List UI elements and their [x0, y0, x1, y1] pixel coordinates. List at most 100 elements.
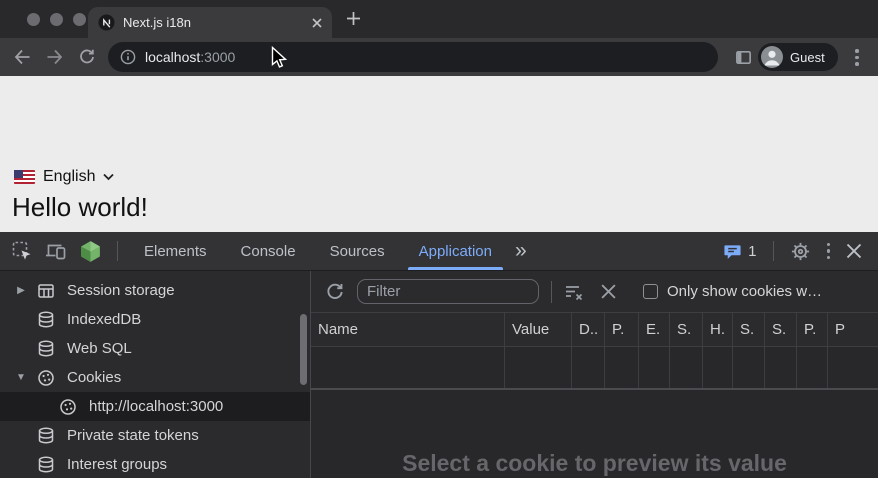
- issues-button[interactable]: 1: [723, 242, 756, 261]
- sidebar-item-web-sql[interactable]: Web SQL: [0, 334, 310, 363]
- inspect-element-icon[interactable]: [11, 240, 33, 262]
- traffic-light-close-button[interactable]: [27, 13, 40, 26]
- column-header-name-0[interactable]: Name: [311, 313, 505, 346]
- url-port: :3000: [200, 49, 235, 65]
- column-header-s-8[interactable]: S.: [765, 313, 797, 346]
- devtools-menu-icon[interactable]: [827, 243, 831, 260]
- sidebar-item-session-storage[interactable]: ▶ Session storage: [0, 276, 310, 305]
- devtools-panel: ElementsConsoleSourcesApplication » 1: [0, 232, 878, 478]
- profile-button[interactable]: Guest: [758, 43, 838, 71]
- cookie-icon: [36, 368, 56, 388]
- expander-icon[interactable]: ▶: [13, 285, 29, 296]
- browser-menu-icon[interactable]: [855, 49, 859, 66]
- cookie-preview-message: Select a cookie to preview its value: [311, 450, 878, 477]
- page-heading: Hello world!: [12, 192, 148, 223]
- traffic-light-minimize-button[interactable]: [50, 13, 63, 26]
- us-flag-icon: [14, 170, 35, 184]
- column-header-s-5[interactable]: S.: [670, 313, 703, 346]
- delete-cookies-icon[interactable]: [600, 283, 617, 300]
- sidebar-item-label: http://localhost:3000: [89, 398, 223, 415]
- tab-title: Next.js i18n: [123, 15, 304, 30]
- devtools-close-icon[interactable]: [846, 243, 862, 259]
- nodejs-icon[interactable]: [78, 239, 103, 264]
- cookie-preview-pane: Select a cookie to preview its value: [311, 390, 878, 478]
- empty-cell-6: [703, 347, 733, 388]
- empty-cell-8: [765, 347, 797, 388]
- column-header-d-2[interactable]: D..: [572, 313, 605, 346]
- language-selector[interactable]: English: [14, 168, 114, 186]
- cookies-toolbar: Only show cookies w…: [311, 271, 878, 312]
- empty-cell-7: [733, 347, 765, 388]
- filter-input[interactable]: [357, 279, 539, 304]
- empty-cell-9: [797, 347, 828, 388]
- devtools-tab-bar: ElementsConsoleSourcesApplication: [127, 232, 509, 270]
- toolbar-divider-2: [773, 241, 774, 261]
- database-icon: [36, 455, 56, 475]
- sidebar-item-label: Session storage: [67, 282, 175, 299]
- site-info-icon[interactable]: [120, 49, 136, 65]
- url-text: localhost:3000: [145, 49, 235, 65]
- traffic-light-zoom-button[interactable]: [73, 13, 86, 26]
- refresh-icon[interactable]: [325, 282, 345, 302]
- forward-icon[interactable]: [46, 48, 64, 71]
- column-header-h-6[interactable]: H.: [703, 313, 733, 346]
- issues-bubble-icon: [723, 242, 742, 261]
- table-icon: [36, 281, 56, 301]
- column-header-p-10[interactable]: P: [828, 313, 878, 346]
- tab-close-icon[interactable]: [312, 18, 322, 28]
- column-header-e-4[interactable]: E.: [639, 313, 670, 346]
- devtools-toolbar-right: 1: [723, 241, 878, 262]
- column-header-s-7[interactable]: S.: [733, 313, 765, 346]
- cookies-panel: Only show cookies w… NameValueD..P.E.S.H…: [311, 271, 878, 478]
- database-icon: [36, 426, 56, 446]
- sidebar-item-http-localhost-3000[interactable]: http://localhost:3000: [0, 392, 310, 421]
- empty-cell-4: [639, 347, 670, 388]
- only-show-issues-checkbox[interactable]: [643, 284, 658, 299]
- tab-console[interactable]: Console: [224, 232, 313, 270]
- sidebar-item-cookies[interactable]: ▼ Cookies: [0, 363, 310, 392]
- profile-label: Guest: [790, 50, 825, 65]
- application-panel: ▶ Session storage IndexedDB Web SQL ▼ Cookies…: [0, 271, 878, 478]
- sidebar-item-interest-groups[interactable]: Interest groups: [0, 450, 310, 478]
- column-header-p-9[interactable]: P.: [797, 313, 828, 346]
- browser-toolbar: localhost:3000 Guest: [0, 38, 878, 76]
- sidebar-scrollbar[interactable]: [300, 314, 307, 385]
- mouse-cursor: [271, 46, 288, 75]
- sidebar-item-label: Private state tokens: [67, 427, 199, 444]
- empty-cell-0: [311, 347, 505, 388]
- devtools-sidebar: ▶ Session storage IndexedDB Web SQL ▼ Cookies…: [0, 271, 311, 478]
- column-header-value-1[interactable]: Value: [505, 313, 572, 346]
- sidebar-item-label: Web SQL: [67, 340, 132, 357]
- tab-sources[interactable]: Sources: [313, 232, 402, 270]
- tab-elements[interactable]: Elements: [127, 232, 224, 270]
- chevron-down-icon: [103, 173, 114, 181]
- sidebar-item-private-state-tokens[interactable]: Private state tokens: [0, 421, 310, 450]
- devtools-toolbar: ElementsConsoleSourcesApplication » 1: [0, 232, 878, 271]
- browser-tab[interactable]: Next.js i18n: [88, 7, 332, 38]
- reload-icon[interactable]: [78, 48, 96, 71]
- empty-cell-2: [572, 347, 605, 388]
- database-icon: [36, 310, 56, 330]
- expander-icon[interactable]: ▼: [13, 372, 29, 383]
- settings-gear-icon[interactable]: [790, 241, 811, 262]
- nextjs-favicon-icon: [98, 14, 115, 31]
- back-icon[interactable]: [13, 48, 31, 71]
- sidebar-item-indexeddb[interactable]: IndexedDB: [0, 305, 310, 334]
- new-tab-button[interactable]: [346, 11, 361, 31]
- devtools-sidebar-tree: ▶ Session storage IndexedDB Web SQL ▼ Cookies…: [0, 276, 310, 478]
- side-panel-icon[interactable]: [734, 48, 753, 72]
- empty-cell-1: [505, 347, 572, 388]
- clear-filter-icon[interactable]: [563, 282, 585, 302]
- more-tabs-icon[interactable]: »: [509, 239, 532, 263]
- address-bar[interactable]: localhost:3000: [108, 42, 718, 72]
- database-icon: [36, 339, 56, 359]
- language-label: English: [43, 168, 95, 186]
- empty-cell-5: [670, 347, 703, 388]
- column-header-p-3[interactable]: P.: [605, 313, 639, 346]
- sidebar-item-label: Cookies: [67, 369, 121, 386]
- device-toolbar-icon[interactable]: [44, 240, 67, 262]
- cookie-icon: [58, 397, 78, 417]
- cookies-table-header: NameValueD..P.E.S.H.S.S.P.P: [311, 312, 878, 347]
- sidebar-item-label: Interest groups: [67, 456, 167, 473]
- tab-application[interactable]: Application: [402, 232, 509, 270]
